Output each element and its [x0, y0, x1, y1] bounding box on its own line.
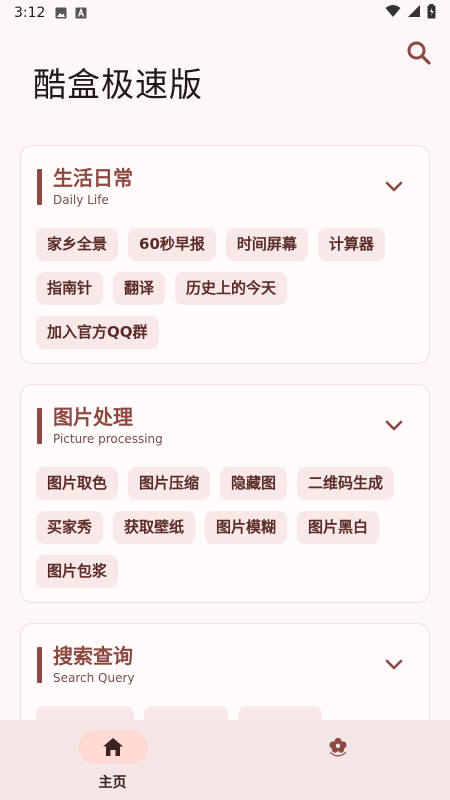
chip-image-bw[interactable]: 图片黑白 [297, 511, 380, 544]
chip-time-screen[interactable]: 时间屏幕 [225, 228, 308, 261]
accent-bar [37, 408, 42, 444]
section-title: 图片处理 [53, 404, 133, 429]
chip-group: 图片取色 图片压缩 隐藏图 二维码生成 买家秀 获取壁纸 图片模糊 图片黑白 图… [35, 467, 415, 588]
section-header[interactable]: 生活日常 Daily Life [35, 164, 415, 210]
chip-image-patina[interactable]: 图片包浆 [36, 555, 119, 588]
font-notification-icon [75, 7, 87, 19]
home-icon [102, 738, 123, 756]
section-subtitle: Search Query [53, 670, 135, 685]
chip-join-qq-group[interactable]: 加入官方QQ群 [36, 316, 159, 349]
section-card-daily-life: 生活日常 Daily Life 家乡全景 60秒早报 时间屏幕 计算器 指南针 … [20, 145, 430, 364]
chip-group: 家乡全景 60秒早报 时间屏幕 计算器 指南针 翻译 历史上的今天 加入官方QQ… [35, 228, 415, 349]
section-subtitle: Daily Life [53, 192, 109, 207]
chip-compass[interactable]: 指南针 [36, 272, 104, 305]
chip-color-picker[interactable]: 图片取色 [36, 467, 119, 500]
chevron-down-icon [385, 181, 403, 192]
chip-today-in-history[interactable]: 历史上的今天 [175, 272, 288, 305]
expand-toggle[interactable] [383, 654, 405, 676]
signal-icon [407, 4, 421, 22]
section-title: 搜索查询 [53, 643, 133, 668]
accent-bar [37, 169, 42, 205]
bottom-navigation: 主页 [0, 720, 450, 800]
section-header[interactable]: 搜索查询 Search Query [35, 642, 415, 688]
chip-get-wallpaper[interactable]: 获取壁纸 [113, 511, 196, 544]
section-card-picture-processing: 图片处理 Picture processing 图片取色 图片压缩 隐藏图 二维… [20, 384, 430, 603]
nav-item-home[interactable]: 主页 [0, 720, 225, 800]
chip-image-blur[interactable]: 图片模糊 [205, 511, 288, 544]
search-button[interactable] [404, 38, 434, 68]
chip-translate[interactable]: 翻译 [113, 272, 166, 305]
chip-buyer-show[interactable]: 买家秀 [36, 511, 104, 544]
section-card-search-query: 搜索查询 Search Query [20, 623, 430, 720]
chip-image-compress[interactable]: 图片压缩 [128, 467, 211, 500]
app-screen: 3:12 酷盒极速版 生活日常 Daily Life 家乡全景 60秒早报 时间… [0, 0, 450, 800]
expand-toggle[interactable] [383, 176, 405, 198]
chip-hometown-panorama[interactable]: 家乡全景 [36, 228, 119, 261]
wifi-icon [385, 4, 401, 22]
chip-group [35, 706, 415, 720]
chip-qr-generator[interactable]: 二维码生成 [297, 467, 395, 500]
flower-icon [328, 737, 347, 757]
status-bar: 3:12 [0, 0, 450, 26]
chip-placeholder[interactable] [144, 706, 228, 720]
chevron-down-icon [385, 420, 403, 431]
page-title: 酷盒极速版 [33, 65, 203, 104]
chevron-down-icon [385, 659, 403, 670]
status-right [385, 3, 436, 23]
nav-item-second[interactable] [225, 720, 450, 800]
section-list[interactable]: 生活日常 Daily Life 家乡全景 60秒早报 时间屏幕 计算器 指南针 … [0, 140, 450, 720]
battery-icon [427, 3, 436, 23]
nav-pill [303, 730, 373, 764]
nav-active-indicator [77, 730, 148, 764]
chip-placeholder[interactable] [238, 706, 322, 720]
expand-toggle[interactable] [383, 415, 405, 437]
chip-60s-news[interactable]: 60秒早报 [128, 228, 216, 261]
status-time: 3:12 [14, 5, 46, 21]
chip-hidden-image[interactable]: 隐藏图 [220, 467, 288, 500]
accent-bar [37, 647, 42, 683]
section-subtitle: Picture processing [53, 431, 163, 446]
section-header[interactable]: 图片处理 Picture processing [35, 403, 415, 449]
search-icon [407, 41, 431, 65]
chip-calculator[interactable]: 计算器 [317, 228, 385, 261]
image-notification-icon [55, 7, 67, 19]
nav-label-home: 主页 [98, 775, 127, 791]
chip-placeholder[interactable] [36, 706, 134, 720]
section-title: 生活日常 [53, 165, 133, 190]
